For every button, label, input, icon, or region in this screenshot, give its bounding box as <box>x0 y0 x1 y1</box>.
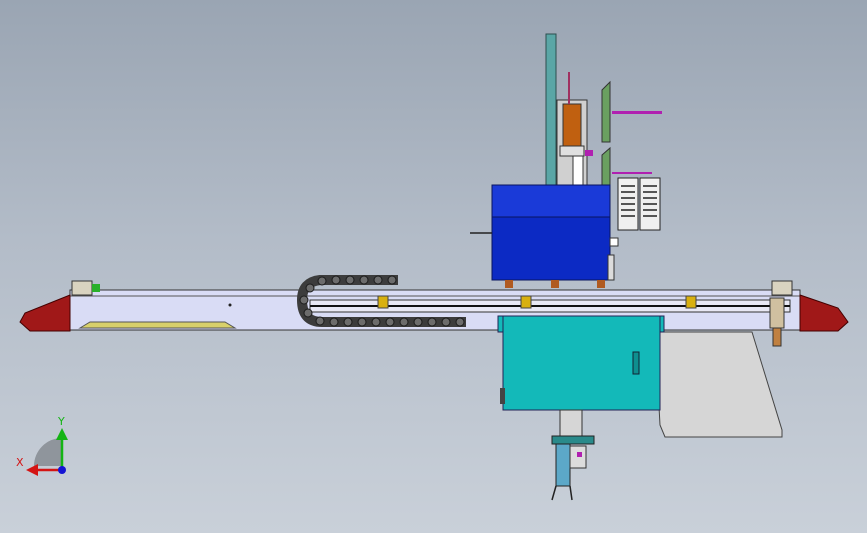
left-sensor <box>92 284 100 292</box>
left-end-cap <box>19 294 71 332</box>
end-effector-gripper <box>551 409 595 501</box>
x-axis-label: X <box>16 456 24 469</box>
assembly-drawing: X Y <box>16 33 849 501</box>
vertical-column <box>545 33 557 190</box>
right-limit-block <box>771 280 793 296</box>
terminal-blocks <box>617 177 661 231</box>
cad-viewport[interactable]: X Y <box>0 0 867 533</box>
z-axis-dot <box>58 466 66 474</box>
air-filter <box>769 297 785 347</box>
right-end-cap <box>799 294 849 332</box>
side-plate <box>654 331 783 438</box>
left-limit-block <box>71 280 93 296</box>
servo-motor <box>562 103 582 147</box>
z-axis-carriage-box <box>470 184 619 288</box>
control-cabinet <box>497 315 665 411</box>
triad-base <box>34 438 62 466</box>
guide-rail <box>78 321 237 329</box>
y-axis-label: Y <box>57 415 65 428</box>
z-axis-upper-assembly <box>556 72 593 187</box>
axis-triad: X Y <box>16 415 68 476</box>
